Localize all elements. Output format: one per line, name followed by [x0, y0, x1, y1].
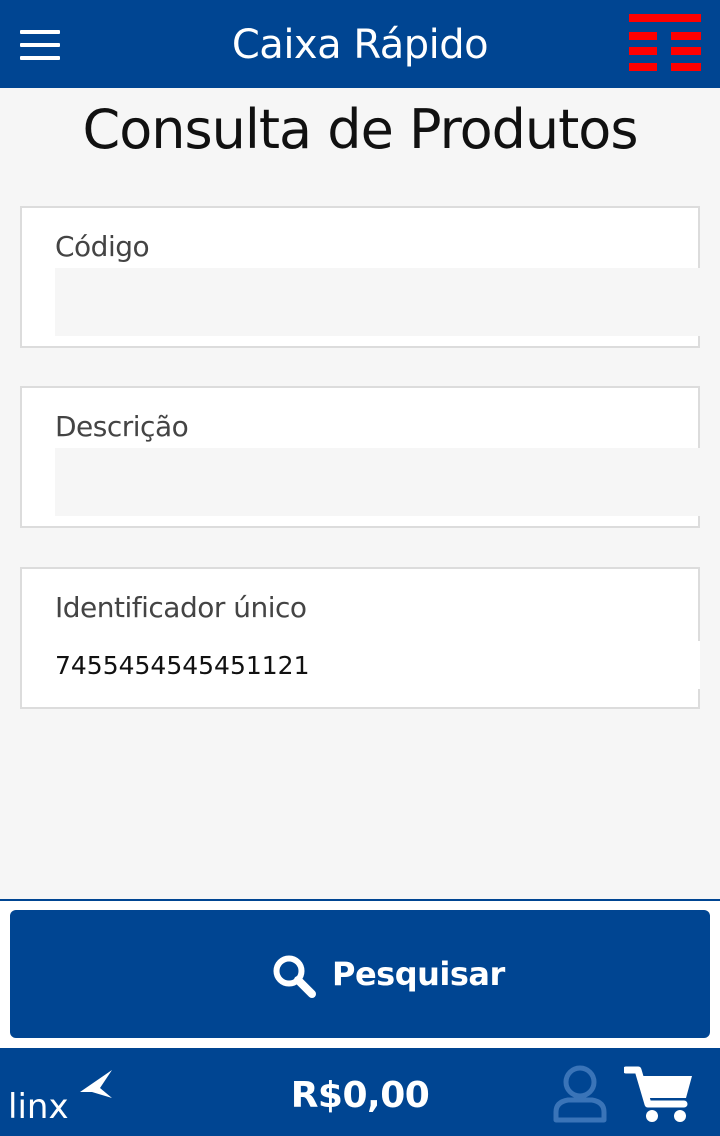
- identificador-input[interactable]: [55, 641, 700, 689]
- cart-total: R$0,00: [290, 1075, 430, 1116]
- search-icon: [273, 955, 316, 998]
- cart-icon[interactable]: [624, 1064, 694, 1124]
- top-app-bar: Caixa Rápido: [0, 0, 720, 88]
- codigo-label: Código: [55, 230, 150, 263]
- page-title: Consulta de Produtos: [82, 98, 639, 161]
- user-icon[interactable]: [552, 1064, 608, 1124]
- search-button[interactable]: Pesquisar: [10, 910, 710, 1038]
- codigo-field-card: Código: [20, 206, 700, 348]
- search-button-label: Pesquisar: [332, 955, 505, 993]
- descricao-label: Descrição: [55, 410, 189, 443]
- brand-logo-icon: [629, 14, 701, 71]
- identificador-label: Identificador único: [55, 591, 307, 624]
- descricao-field-card: Descrição: [20, 386, 700, 528]
- app-title: Caixa Rápido: [231, 22, 489, 68]
- footer-bar: linx R$0,00: [0, 1048, 720, 1136]
- identificador-field-card: Identificador único: [20, 567, 700, 709]
- descricao-input[interactable]: [55, 448, 700, 516]
- codigo-input[interactable]: [55, 268, 700, 336]
